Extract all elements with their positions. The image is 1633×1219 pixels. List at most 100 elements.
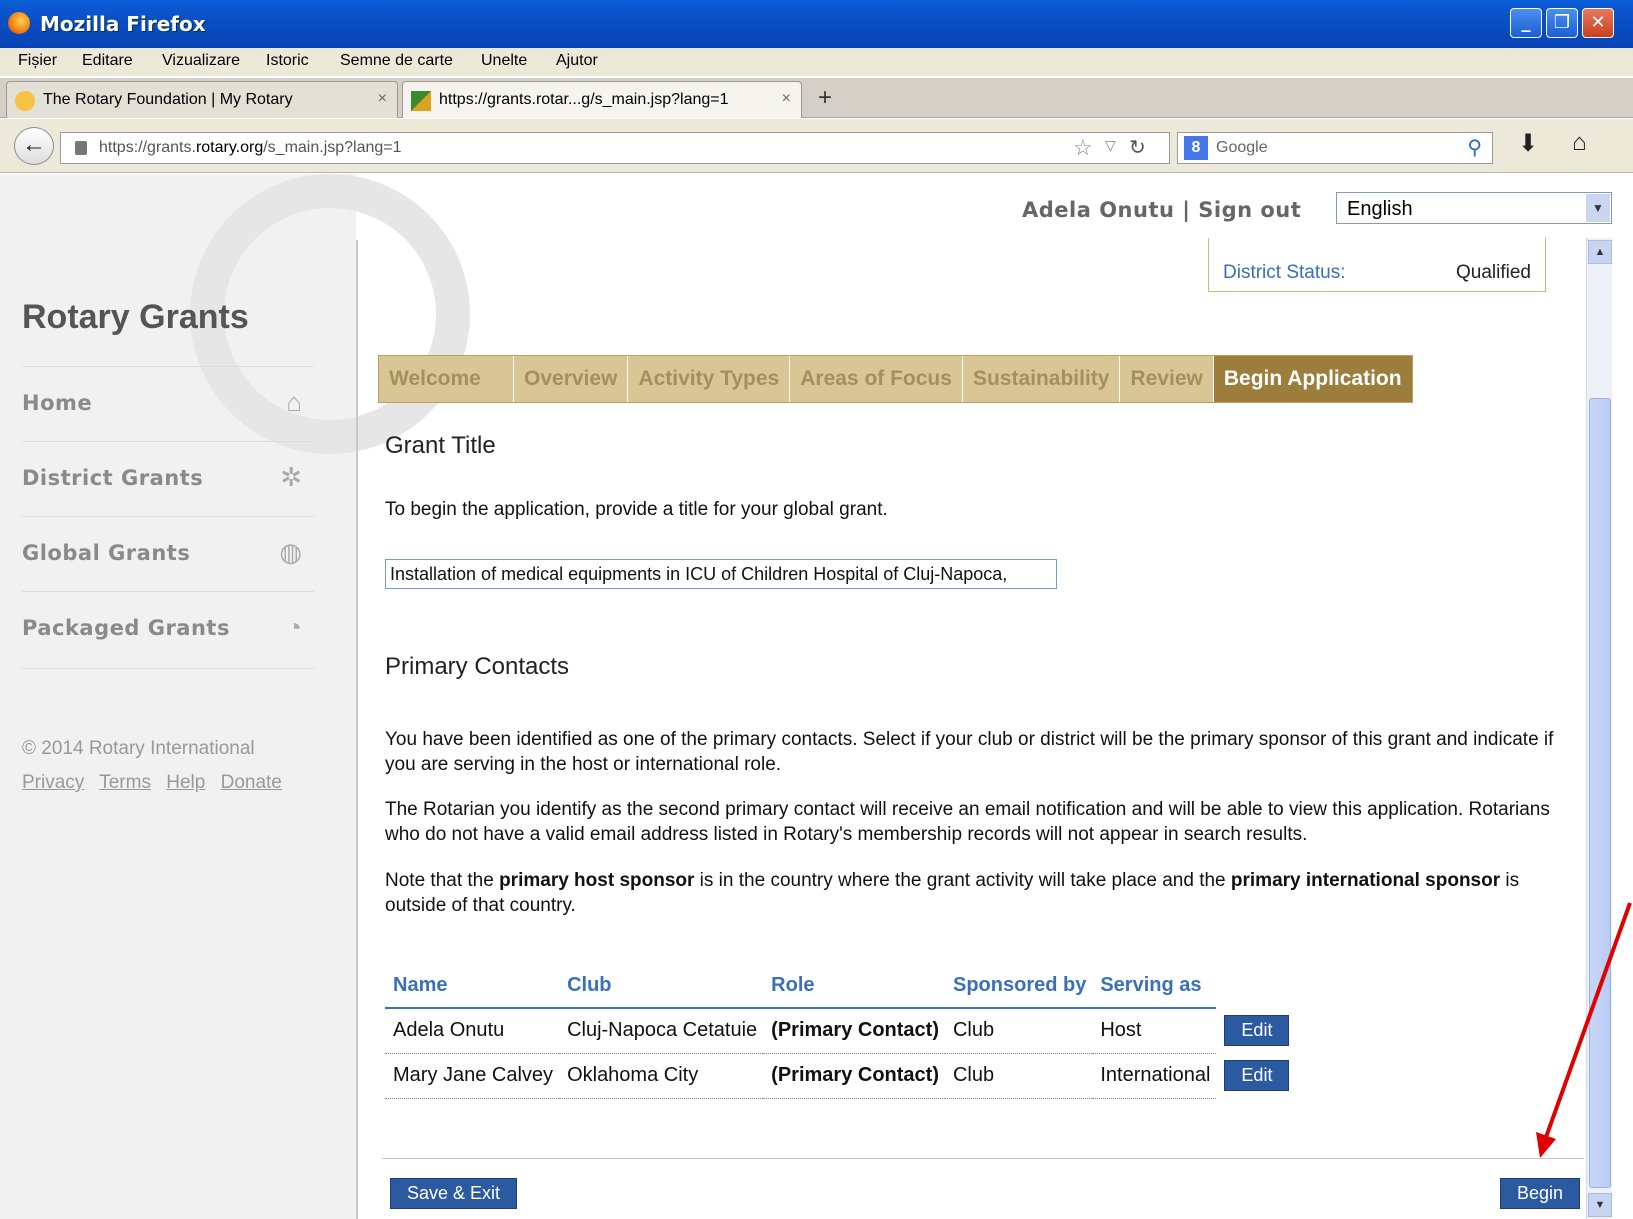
table-header-row: Name Club Role Sponsored by Serving as [385,972,1295,1009]
grant-title-heading: Grant Title [385,432,496,459]
search-bar[interactable]: 8 Google ⚲ [1177,132,1493,164]
menu-bar: Fișier Editare Vizualizare Istoric Semne… [0,48,1633,76]
contacts-table: Name Club Role Sponsored by Serving as A… [385,972,1295,1099]
primary-contacts-heading: Primary Contacts [385,653,570,680]
user-separator: | [1174,198,1199,222]
user-area: Adela Onutu | Sign out [1022,198,1301,222]
firefox-icon [8,12,30,34]
edit-button[interactable]: Edit [1224,1060,1290,1091]
rotary-favicon-icon [15,91,35,111]
window-title: Mozilla Firefox [40,12,206,36]
grants-favicon-icon [411,91,431,111]
grant-title-input[interactable] [385,559,1057,589]
close-button[interactable]: ✕ [1582,8,1614,38]
search-icon[interactable]: ⚲ [1467,135,1482,160]
col-sponsored-by: Sponsored by [944,972,1093,1009]
globe-icon: ◍ [279,537,302,567]
footer-divider [382,1158,1584,1159]
cell-club: Oklahoma City [559,1053,764,1099]
donate-link[interactable]: Donate [221,772,282,793]
cell-serving-as: International [1092,1053,1217,1099]
grant-instruction: To begin the application, provide a titl… [385,499,888,520]
maximize-button[interactable]: ❐ [1546,8,1578,38]
page-scrollbar[interactable]: ▲ ▼ [1586,238,1612,1219]
wizard-step-activity-types[interactable]: Activity Types [628,356,791,402]
save-exit-button[interactable]: Save & Exit [390,1178,518,1209]
sidebar-divider [356,240,358,1219]
minimize-button[interactable]: _ [1510,8,1542,38]
language-value: English [1347,198,1413,220]
menu-help[interactable]: Ajutor [556,52,598,70]
copyright: © 2014 Rotary International [22,738,255,759]
help-link[interactable]: Help [166,772,205,793]
menu-bookmarks[interactable]: Semne de carte [340,52,453,70]
sidebar-item-home[interactable]: Home ⌂ [22,366,314,442]
wizard-step-sustainability[interactable]: Sustainability [962,356,1121,402]
downloads-icon[interactable]: ⬇ [1518,129,1538,158]
home-icon[interactable]: ⌂ [1572,129,1587,157]
refresh-icon: ◔ [286,612,302,642]
menu-file[interactable]: Fișier [18,52,57,70]
window-titlebar: Mozilla Firefox _ ❐ ✕ [0,0,1633,48]
chevron-down-icon[interactable]: ▼ [1586,194,1610,222]
district-status-value: Qualified [1456,262,1531,283]
col-actions [1216,972,1295,1008]
cell-club: Cluj-Napoca Cetatuie [559,1008,764,1054]
wizard-step-overview[interactable]: Overview [514,356,629,402]
navigation-toolbar: ← https://grants.rotary.org/s_main.jsp?l… [0,119,1633,173]
address-text: https://grants.rotary.org/s_main.jsp?lan… [99,139,402,156]
privacy-link[interactable]: Privacy [22,772,84,793]
menu-view[interactable]: Vizualizare [162,52,240,70]
home-icon: ⌂ [286,387,302,417]
menu-edit[interactable]: Editare [82,52,133,70]
history-dropdown-icon[interactable]: ▽ [1105,137,1116,154]
cell-sponsored-by: Club [944,1008,1093,1054]
begin-button[interactable]: Begin [1500,1178,1581,1209]
district-status-label: District Status: [1223,262,1346,283]
cell-role: (Primary Contact) [763,1053,945,1099]
cell-role: (Primary Contact) [763,1008,945,1054]
terms-link[interactable]: Terms [99,772,151,793]
sidebar-item-district-grants[interactable]: District Grants ✲ [22,441,314,517]
user-name[interactable]: Adela Onutu [1022,198,1174,222]
bookmark-star-icon[interactable]: ☆ [1073,135,1093,161]
wizard-step-review[interactable]: Review [1120,356,1214,402]
contacts-para-1: You have been identified as one of the p… [385,729,1554,775]
edit-button[interactable]: Edit [1224,1015,1290,1046]
scroll-up-icon[interactable]: ▲ [1588,240,1612,264]
sidebar-item-global-grants[interactable]: Global Grants ◍ [22,516,314,592]
reload-icon[interactable]: ↻ [1129,135,1146,160]
cell-name: Mary Jane Calvey [385,1053,560,1099]
table-row: Adela Onutu Cluj-Napoca Cetatuie (Primar… [385,1008,1295,1054]
sidebar-item-label: Global Grants [22,541,191,565]
lock-icon [75,141,87,155]
tab-grants[interactable]: https://grants.rotar...g/s_main.jsp?lang… [402,81,802,118]
menu-history[interactable]: Istoric [266,52,309,70]
sidebar-item-label: Packaged Grants [22,616,230,640]
tab-rotary-foundation[interactable]: The Rotary Foundation | My Rotary × [6,81,398,118]
sign-out-link[interactable]: Sign out [1198,198,1301,222]
back-button[interactable]: ← [14,127,54,165]
language-select[interactable]: English ▼ [1336,192,1612,224]
address-bar[interactable]: https://grants.rotary.org/s_main.jsp?lan… [60,132,1170,164]
wizard-steps: Welcome Overview Activity Types Areas of… [378,355,1413,403]
search-placeholder: Google [1216,139,1268,156]
sidebar-item-packaged-grants[interactable]: Packaged Grants ◔ [22,591,314,667]
col-serving-as: Serving as [1092,972,1217,1009]
cell-sponsored-by: Club [944,1053,1093,1099]
col-name: Name [385,972,560,1009]
close-tab-icon[interactable]: × [782,90,791,108]
footer-links: Privacy Terms Help Donate [22,772,292,794]
brand-title: Rotary Grants [22,298,249,336]
sidebar-item-label: Home [22,391,93,415]
close-tab-icon[interactable]: × [378,90,387,108]
new-tab-button[interactable]: + [808,83,842,117]
cell-actions: Edit [1216,1053,1295,1098]
menu-tools[interactable]: Unelte [481,52,527,70]
scroll-down-icon[interactable]: ▼ [1588,1193,1612,1217]
google-engine-icon[interactable]: 8 [1184,136,1208,160]
scroll-thumb[interactable] [1589,398,1611,1188]
wizard-step-welcome[interactable]: Welcome [379,356,514,402]
wizard-step-areas-of-focus[interactable]: Areas of Focus [790,356,963,402]
wizard-step-begin-application[interactable]: Begin Application [1213,356,1412,402]
